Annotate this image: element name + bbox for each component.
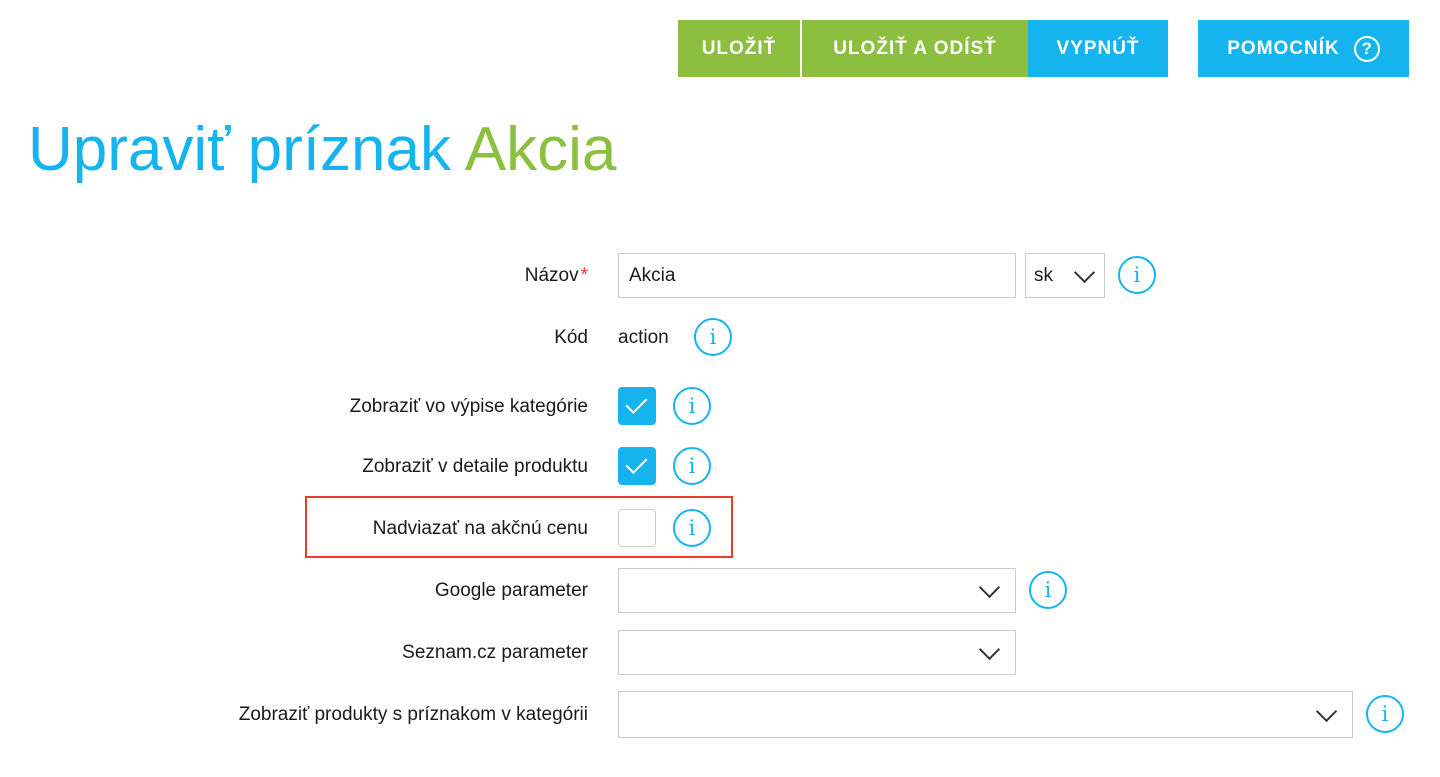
google-parameter-label: Google parameter xyxy=(434,580,588,601)
chevron-down-icon xyxy=(978,576,1001,599)
form-row-link-to-action-price: Nadviazať na akčnú cenu i xyxy=(0,508,1440,548)
info-icon[interactable]: i xyxy=(673,387,711,425)
page-title-prefix: Upraviť príznak xyxy=(28,115,451,184)
form-row-show-in-category-listing: Zobraziť vo výpise kategórie i xyxy=(0,386,1440,426)
show-in-category-listing-checkbox[interactable] xyxy=(618,387,656,425)
info-icon[interactable]: i xyxy=(673,509,711,547)
link-to-action-price-label: Nadviazať na akčnú cenu xyxy=(372,518,588,539)
show-in-product-detail-label: Zobraziť v detaile produktu xyxy=(362,456,588,477)
form-row-seznam-parameter: Seznam.cz parameter xyxy=(0,630,1440,675)
language-select[interactable]: sk xyxy=(1025,253,1105,298)
info-icon[interactable]: i xyxy=(1029,571,1067,609)
seznam-parameter-select[interactable] xyxy=(618,630,1016,675)
language-select-value: sk xyxy=(1034,265,1053,286)
page-title: Upraviť príznak Akcia xyxy=(28,112,616,188)
info-icon[interactable]: i xyxy=(673,447,711,485)
form-row-google-parameter: Google parameter i xyxy=(0,568,1440,613)
required-marker: * xyxy=(580,265,588,286)
turn-off-button-label: VYPNÚŤ xyxy=(1056,37,1140,59)
form-row-code: Kód action i xyxy=(0,317,1440,357)
info-icon[interactable]: i xyxy=(1366,695,1404,733)
info-icon[interactable]: i xyxy=(1118,256,1156,294)
show-in-category-listing-label: Zobraziť vo výpise kategórie xyxy=(349,396,588,417)
help-button-label: POMOCNÍK xyxy=(1227,37,1340,59)
help-button[interactable]: POMOCNÍK ? xyxy=(1198,20,1409,77)
form-row-show-products-in-category: Zobraziť produkty s príznakom v kategóri… xyxy=(0,691,1440,738)
question-icon: ? xyxy=(1353,35,1380,62)
info-icon[interactable]: i xyxy=(694,318,732,356)
form-row-show-in-product-detail: Zobraziť v detaile produktu i xyxy=(0,446,1440,486)
save-and-exit-button-label: ULOŽIŤ A ODÍSŤ xyxy=(833,37,997,59)
name-label: Názov * xyxy=(524,265,588,286)
chevron-down-icon xyxy=(1315,700,1338,723)
toolbar: ULOŽIŤ ULOŽIŤ A ODÍSŤ VYPNÚŤ POMOCNÍK ? xyxy=(678,20,1409,77)
turn-off-button[interactable]: VYPNÚŤ xyxy=(1028,20,1168,77)
show-products-in-category-select[interactable] xyxy=(618,691,1353,738)
show-in-product-detail-checkbox[interactable] xyxy=(618,447,656,485)
page: ULOŽIŤ ULOŽIŤ A ODÍSŤ VYPNÚŤ POMOCNÍK ? … xyxy=(0,0,1440,777)
save-button-label: ULOŽIŤ xyxy=(701,37,777,59)
page-title-flag-name: Akcia xyxy=(464,115,617,184)
save-and-exit-button[interactable]: ULOŽIŤ A ODÍSŤ xyxy=(802,20,1028,77)
link-to-action-price-checkbox[interactable] xyxy=(618,509,656,547)
chevron-down-icon xyxy=(1073,261,1096,284)
form-row-name: Názov* sk i xyxy=(0,253,1440,298)
show-products-in-category-label: Zobraziť produkty s príznakom v kategóri… xyxy=(238,704,588,725)
chevron-down-icon xyxy=(978,638,1001,661)
code-label: Kód xyxy=(554,327,588,348)
save-button[interactable]: ULOŽIŤ xyxy=(678,20,802,77)
code-value: action xyxy=(618,327,669,348)
seznam-parameter-label: Seznam.cz parameter xyxy=(402,642,588,663)
google-parameter-select[interactable] xyxy=(618,568,1016,613)
name-input[interactable] xyxy=(618,253,1016,298)
